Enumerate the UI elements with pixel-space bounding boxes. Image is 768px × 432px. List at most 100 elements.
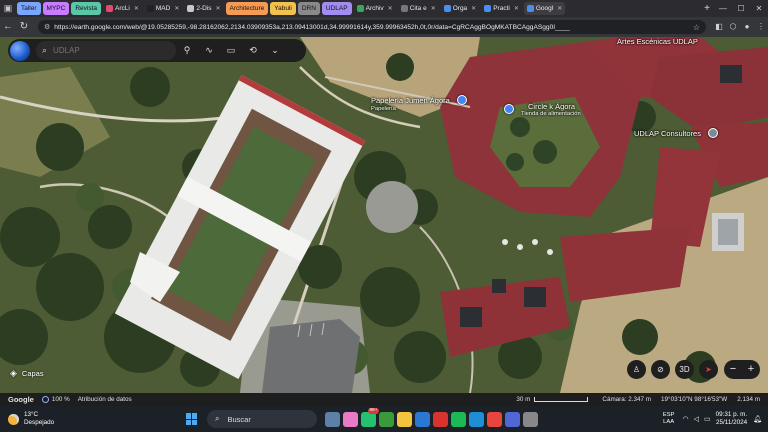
mail-app-icon[interactable] bbox=[414, 411, 430, 427]
taskview-app-icon[interactable] bbox=[324, 411, 340, 427]
close-tab-icon[interactable]: ✕ bbox=[216, 6, 221, 12]
system-tray: ESP LAA ◠ ◁ ▭ 09:31 p. m. 25/11/2024 🔔︎ bbox=[663, 406, 762, 432]
tab-favicon-icon bbox=[484, 5, 492, 12]
address-bar[interactable]: ⚙ https://earth.google.com/web/@19.05285… bbox=[38, 20, 706, 34]
browser-tab-label: Cita e bbox=[409, 5, 427, 12]
bookmark-star-icon[interactable]: ☆ bbox=[693, 23, 700, 32]
edge-app-icon[interactable] bbox=[468, 411, 484, 427]
pin-icon[interactable]: ⚲ bbox=[176, 39, 198, 62]
store-icon[interactable] bbox=[504, 104, 514, 114]
data-attribution-link[interactable]: Atribución de datos bbox=[78, 396, 132, 403]
browser-tab[interactable]: ArcLi ✕ bbox=[103, 2, 142, 15]
compass-icon[interactable]: ➤ bbox=[699, 360, 718, 379]
extension-icon[interactable]: ◧ bbox=[712, 17, 726, 37]
browser-tab[interactable]: UDLAP bbox=[321, 2, 352, 15]
place-label-circle[interactable]: Circle k Ágora bbox=[528, 102, 575, 111]
browser-tab-label: Googl bbox=[535, 5, 554, 12]
search-input[interactable] bbox=[53, 46, 164, 55]
browser-tab[interactable]: Cita e ✕ bbox=[398, 2, 439, 15]
browser-tab[interactable]: Architecture bbox=[225, 2, 269, 15]
search-box[interactable]: ⌕ bbox=[36, 41, 176, 60]
windows-icon[interactable] bbox=[186, 413, 198, 425]
browser-tab[interactable]: MAD ✕ bbox=[144, 2, 182, 15]
back-button[interactable]: ← bbox=[0, 17, 16, 37]
site-info-icon[interactable]: ⚙ bbox=[44, 23, 50, 31]
close-tab-icon[interactable]: ✕ bbox=[557, 6, 562, 12]
browser-tab[interactable]: Yabuli bbox=[270, 2, 296, 15]
chrome-app-icon[interactable] bbox=[486, 411, 502, 427]
minimize-button[interactable]: — bbox=[714, 0, 732, 17]
battery-icon[interactable]: ▭ bbox=[704, 415, 711, 423]
browser-tab[interactable]: Revista bbox=[71, 2, 102, 15]
maximize-button[interactable]: ☐ bbox=[732, 0, 750, 17]
browser-tab[interactable]: 2-Dis ✕ bbox=[184, 2, 223, 15]
search-icon: ⌕ bbox=[215, 414, 220, 423]
shop-icon[interactable] bbox=[457, 95, 467, 105]
browser-tab[interactable]: Practi ✕ bbox=[481, 2, 522, 15]
office-icon[interactable] bbox=[708, 128, 718, 138]
browser-tab[interactable]: Googl ✕ bbox=[523, 2, 566, 15]
volume-icon[interactable]: ◁ bbox=[694, 415, 699, 423]
weather-widget[interactable]: 13°C Despejado bbox=[0, 411, 110, 427]
browser-tab-label: Orga bbox=[452, 5, 468, 12]
layers-button[interactable]: ◈ Capas bbox=[10, 363, 44, 383]
close-tab-icon[interactable]: ✕ bbox=[431, 6, 436, 12]
tilt-icon[interactable]: ⊘ bbox=[651, 360, 670, 379]
settings-app-icon[interactable] bbox=[522, 411, 538, 427]
teams-app-icon[interactable] bbox=[504, 411, 520, 427]
wifi-icon[interactable]: ◠ bbox=[682, 415, 688, 423]
place-label-consultores[interactable]: UDLAP Consultores bbox=[634, 129, 701, 138]
menu-icon[interactable]: ⋮ bbox=[754, 17, 768, 37]
pinterest-app-icon[interactable] bbox=[432, 411, 448, 427]
toggle-3d-button[interactable]: 3D bbox=[675, 360, 694, 379]
browser-tab-label: MAD bbox=[155, 5, 171, 12]
browser-tab[interactable]: Taller bbox=[17, 2, 41, 15]
ruler-icon[interactable]: ▭ bbox=[220, 39, 242, 62]
file-explorer-app-icon[interactable] bbox=[396, 411, 412, 427]
whatsapp-app-icon[interactable]: 99+ bbox=[360, 407, 379, 427]
tab-search-icon[interactable]: ▣ bbox=[0, 0, 16, 17]
browser-tab[interactable]: MYPC bbox=[42, 2, 70, 15]
close-tab-icon[interactable]: ✕ bbox=[174, 6, 179, 12]
path-icon[interactable]: ∿ bbox=[198, 39, 220, 62]
browser-tab[interactable]: Orga ✕ bbox=[441, 2, 479, 15]
earth-status-bar: Google 100 % Atribución de datos 30 m Cá… bbox=[0, 393, 768, 406]
tab-favicon-icon bbox=[400, 5, 408, 12]
new-tab-button[interactable]: + bbox=[700, 3, 714, 14]
place-label-papeleria[interactable]: Papelería Jumen Ágora bbox=[371, 96, 450, 105]
profile-icon[interactable]: ● bbox=[740, 17, 754, 37]
zoom-in-icon[interactable]: + bbox=[742, 360, 760, 379]
close-tab-icon[interactable]: ✕ bbox=[471, 6, 476, 12]
street-view-icon[interactable]: ♙ bbox=[627, 360, 646, 379]
language-indicator[interactable]: ESP LAA bbox=[663, 412, 675, 426]
tab-favicon-icon bbox=[106, 5, 114, 12]
spotify-app-icon[interactable] bbox=[450, 411, 466, 427]
clock[interactable]: 09:31 p. m. 25/11/2024 bbox=[716, 411, 748, 427]
close-tab-icon[interactable]: ✕ bbox=[388, 6, 393, 12]
scale-bar[interactable] bbox=[534, 397, 589, 402]
search-icon: ⌕ bbox=[42, 45, 48, 55]
bell-icon[interactable]: 🔔︎ bbox=[753, 415, 762, 423]
minecraft-app-icon[interactable] bbox=[378, 411, 394, 427]
chevron-down-icon[interactable]: ⌄ bbox=[264, 39, 286, 62]
pinned-apps: 99+ bbox=[323, 407, 539, 427]
google-logo: Google bbox=[8, 395, 34, 404]
copilot-app-icon[interactable] bbox=[342, 411, 358, 427]
reload-button[interactable]: ↻ bbox=[16, 17, 32, 37]
history-icon[interactable]: ⟲ bbox=[242, 39, 264, 62]
zoom-out-icon[interactable]: − bbox=[724, 360, 742, 379]
tab-favicon-icon bbox=[146, 5, 154, 12]
place-sublabel-papeleria: Papelería bbox=[371, 106, 396, 112]
globe-icon[interactable] bbox=[10, 40, 30, 61]
extension-icon[interactable]: ⬡ bbox=[726, 17, 740, 37]
browser-tab[interactable]: Archiv ✕ bbox=[354, 2, 396, 15]
close-tab-icon[interactable]: ✕ bbox=[134, 6, 139, 12]
satellite-imagery bbox=[0, 37, 768, 393]
place-label-artes[interactable]: Artes Escénicas UDLAP bbox=[617, 37, 698, 46]
earth-map-view[interactable]: ⌕ ⚲ ∿ ▭ ⟲ ⌄ Artes Escénicas UDLAP Papele… bbox=[0, 37, 768, 393]
taskbar-search[interactable]: ⌕ Buscar bbox=[207, 410, 317, 428]
close-window-button[interactable]: ✕ bbox=[750, 0, 768, 17]
window-controls: — ☐ ✕ bbox=[714, 0, 768, 17]
close-tab-icon[interactable]: ✕ bbox=[514, 6, 519, 12]
browser-tab[interactable]: DRN bbox=[297, 2, 320, 15]
